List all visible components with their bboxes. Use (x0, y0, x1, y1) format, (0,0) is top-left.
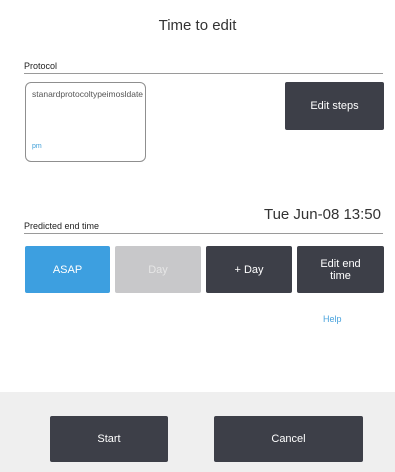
protocol-abbreviation: pm (32, 143, 42, 150)
protocol-divider (24, 73, 383, 74)
time-to-edit-dialog: Time to edit Protocol stanardprotocoltyp… (0, 0, 395, 472)
dialog-title: Time to edit (158, 17, 237, 34)
dialog-footer: Start Cancel (0, 392, 395, 472)
edit-steps-button[interactable]: Edit steps (285, 82, 384, 130)
start-button[interactable]: Start (50, 416, 168, 462)
predicted-end-time-value: Tue Jun-08 13:50 (263, 206, 381, 223)
protocol-name: stanardprotocoltypeimosldate (32, 89, 144, 99)
asap-button[interactable]: ASAP (25, 246, 110, 293)
edit-end-time-button[interactable]: Edit end time (297, 246, 384, 293)
cancel-button[interactable]: Cancel (214, 416, 363, 462)
help-link[interactable]: Help (323, 314, 342, 324)
predicted-end-time-label: Predicted end time (24, 221, 100, 231)
end-time-divider (24, 233, 383, 234)
plus-day-button[interactable]: + Day (206, 246, 292, 293)
protocol-section-label: Protocol (24, 61, 58, 71)
protocol-card[interactable]: stanardprotocoltypeimosldate pm (25, 82, 146, 162)
day-button[interactable]: Day (115, 246, 201, 293)
